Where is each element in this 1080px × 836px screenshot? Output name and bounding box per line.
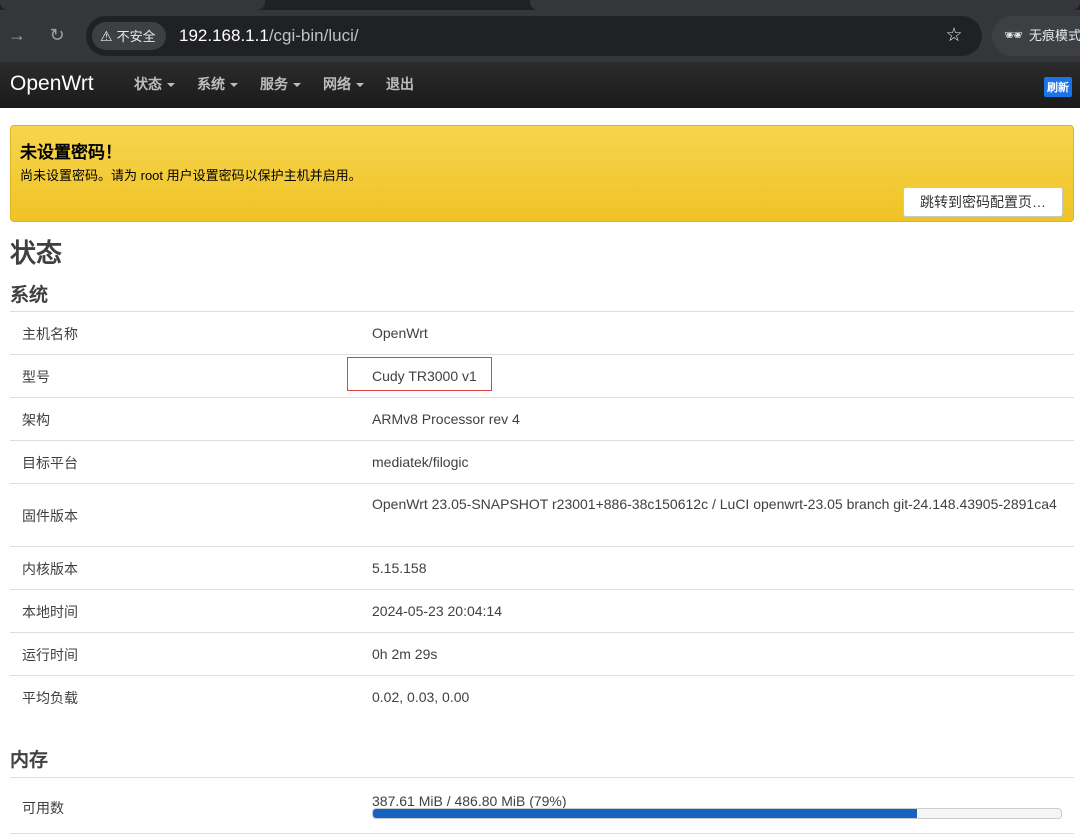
- menu-logout[interactable]: 退出: [386, 62, 414, 108]
- url-text[interactable]: 192.168.1.1/cgi-bin/luci/: [179, 16, 359, 56]
- row-key: 内核版本: [22, 561, 78, 577]
- row-key: 平均负载: [22, 690, 78, 706]
- row-key: 主机名称: [22, 326, 78, 342]
- menu-system[interactable]: 系统: [197, 62, 238, 108]
- menu-label: 网络: [323, 76, 351, 92]
- row-value: 0.02, 0.03, 0.00: [372, 689, 470, 705]
- row-key: 运行时间: [22, 647, 78, 663]
- section-system-heading: 系统: [10, 285, 49, 306]
- row-key: 可用数: [22, 800, 64, 816]
- section-memory-heading: 内存: [10, 750, 49, 771]
- bookmark-star-icon[interactable]: ☆: [942, 24, 966, 48]
- row-value: 2024-05-23 20:04:14: [372, 603, 502, 619]
- table-row: 目标平台 mediatek/filogic: [10, 440, 1074, 483]
- table-row: 内核版本 5.15.158: [10, 546, 1074, 589]
- browser-toolbar: → ↻ ⚠ 不安全 192.168.1.1/cgi-bin/luci/ ☆ 🕶 无痕…: [0, 0, 1080, 62]
- goto-password-button[interactable]: 跳转到密码配置页…: [903, 187, 1063, 217]
- table-row: 可用数 387.61 MiB / 486.80 MiB (79%): [10, 777, 1074, 834]
- menu-status[interactable]: 状态: [134, 62, 175, 108]
- memory-progress-fill: [373, 809, 917, 818]
- menu-label: 系统: [197, 76, 225, 92]
- menu-services[interactable]: 服务: [260, 62, 301, 108]
- alert-title: 未设置密码！: [20, 143, 122, 162]
- url-path: /cgi-bin/luci/: [268, 26, 359, 45]
- table-row: 型号 Cudy TR3000 v1: [10, 354, 1074, 397]
- caret-down-icon: [167, 83, 175, 88]
- warning-icon: ⚠: [100, 28, 113, 44]
- row-value: OpenWrt 23.05-SNAPSHOT r23001+886-38c150…: [372, 496, 1057, 512]
- table-row: 主机名称 OpenWrt: [10, 311, 1074, 354]
- table-row: 运行时间 0h 2m 29s: [10, 632, 1074, 675]
- brand-link[interactable]: OpenWrt: [10, 62, 94, 106]
- address-bar[interactable]: ⚠ 不安全 192.168.1.1/cgi-bin/luci/ ☆: [86, 16, 982, 56]
- page-title: 状态: [10, 238, 63, 268]
- table-row: 平均负载 0.02, 0.03, 0.00: [10, 675, 1074, 718]
- menu-network[interactable]: 网络: [323, 62, 364, 108]
- table-row: 本地时间 2024-05-23 20:04:14: [10, 589, 1074, 632]
- row-value: OpenWrt: [372, 325, 428, 341]
- incognito-label: 无痕模式: [1029, 28, 1080, 43]
- alert-text: 尚未设置密码。请为 root 用户设置密码以保护主机并启用。: [20, 168, 362, 183]
- row-key: 架构: [22, 412, 50, 428]
- browser-tab[interactable]: [530, 0, 1080, 10]
- model-highlight-box: [347, 357, 492, 391]
- table-row: 固件版本 OpenWrt 23.05-SNAPSHOT r23001+886-3…: [10, 483, 1074, 546]
- memory-progress-bar: [372, 808, 1062, 819]
- incognito-icon: 🕶: [1004, 27, 1024, 44]
- table-row: 架构 ARMv8 Processor rev 4: [10, 397, 1074, 440]
- memory-table: 可用数 387.61 MiB / 486.80 MiB (79%): [10, 777, 1074, 834]
- row-value: mediatek/filogic: [372, 454, 469, 470]
- row-key: 型号: [22, 369, 50, 385]
- refresh-button[interactable]: 刷新: [1044, 77, 1072, 97]
- system-table: 主机名称 OpenWrt 型号 Cudy TR3000 v1 架构 ARMv8 …: [10, 311, 1074, 718]
- row-key: 固件版本: [22, 508, 78, 524]
- row-key: 本地时间: [22, 604, 78, 620]
- row-key: 目标平台: [22, 455, 78, 471]
- browser-tab[interactable]: [0, 0, 265, 10]
- menu-label: 服务: [260, 76, 288, 92]
- caret-down-icon: [230, 83, 238, 88]
- row-value: ARMv8 Processor rev 4: [372, 411, 520, 427]
- row-value: 5.15.158: [372, 560, 427, 576]
- forward-icon[interactable]: →: [4, 22, 30, 48]
- password-warning: 未设置密码！ 尚未设置密码。请为 root 用户设置密码以保护主机并启用。 跳转…: [10, 125, 1074, 222]
- reload-icon[interactable]: ↻: [44, 22, 70, 48]
- url-host: 192.168.1.1: [179, 26, 269, 45]
- incognito-indicator[interactable]: 🕶 无痕模式: [992, 16, 1080, 56]
- caret-down-icon: [293, 83, 301, 88]
- security-label: 不安全: [116, 29, 156, 44]
- luci-header: OpenWrt 状态 系统 服务 网络 退出 刷新: [0, 62, 1080, 108]
- menu-label: 状态: [134, 76, 162, 92]
- caret-down-icon: [356, 83, 364, 88]
- row-value: 0h 2m 29s: [372, 646, 438, 662]
- main-menu: 状态 系统 服务 网络 退出: [134, 62, 436, 108]
- security-chip[interactable]: ⚠ 不安全: [92, 22, 166, 50]
